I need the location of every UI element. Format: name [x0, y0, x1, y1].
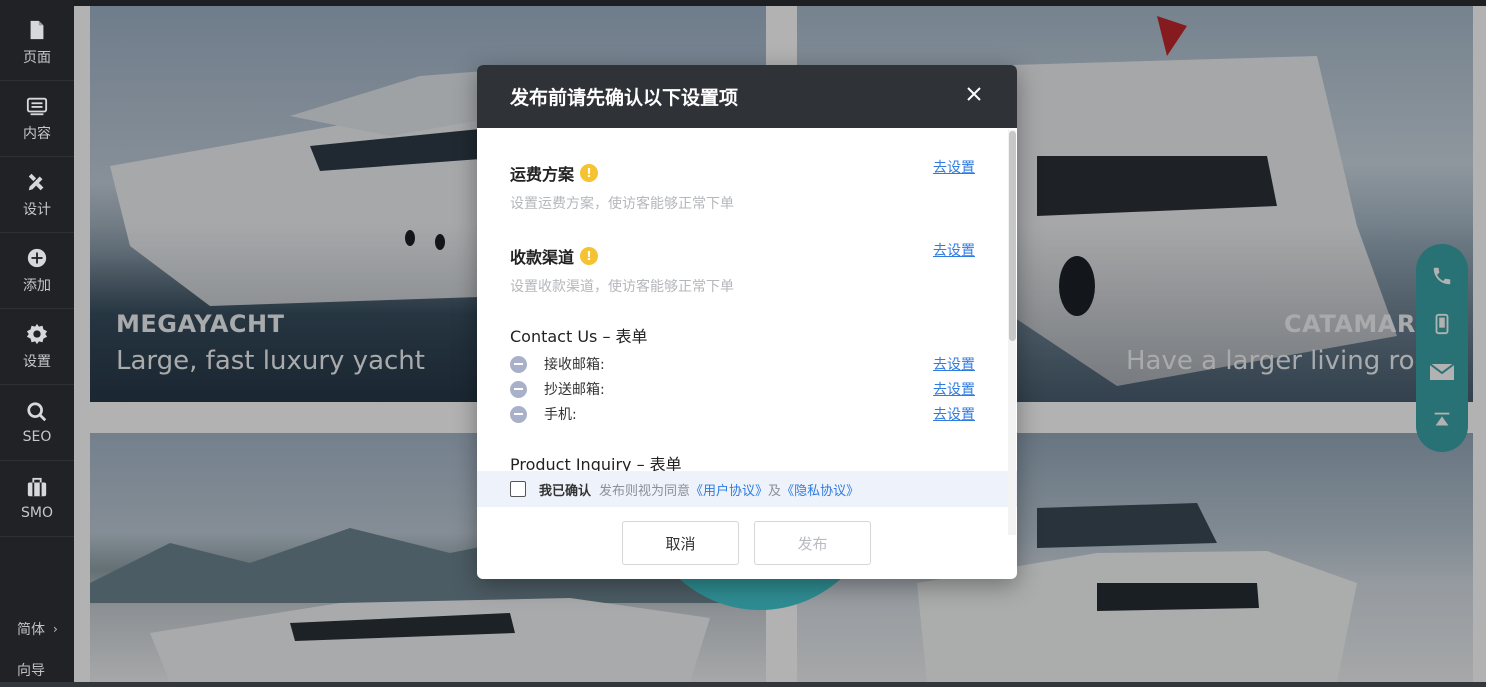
guide-label: 向导: [17, 663, 45, 679]
receive-email-setup-link[interactable]: 去设置: [933, 354, 975, 374]
minus-circle-icon: [510, 405, 527, 423]
page-icon: [30, 20, 44, 39]
payment-section-desc: 设置收款渠道，使访客能够正常下单: [510, 279, 734, 295]
dialog-header: 发布前请先确认以下设置项: [477, 65, 1017, 128]
sidebar-item-content[interactable]: 内容: [0, 81, 74, 157]
publish-button[interactable]: 发布: [754, 521, 871, 565]
sidebar-item-label: 内容: [23, 125, 51, 142]
payment-section-title: 收款渠道 !: [510, 244, 599, 268]
dialog-body[interactable]: 运费方案 ! 去设置 设置运费方案，使访客能够正常下单 收款渠道 ! 去设置 设…: [477, 128, 1017, 535]
sidebar-item-label: 设计: [23, 201, 51, 218]
form-field-row: 手机:: [510, 404, 577, 424]
close-button[interactable]: [963, 83, 985, 105]
sidebar-item-seo[interactable]: SEO: [0, 385, 74, 461]
minus-circle-icon: [510, 355, 527, 373]
sidebar-item-add[interactable]: 添加: [0, 233, 74, 309]
cc-email-setup-link[interactable]: 去设置: [933, 379, 975, 399]
sidebar-item-label: SMO: [21, 504, 53, 521]
confirm-label: 我已确认: [539, 483, 592, 499]
content-icon: [26, 97, 48, 115]
sidebar-item-settings[interactable]: 设置: [0, 309, 74, 385]
language-label: 简体: [17, 622, 45, 638]
add-icon: [27, 248, 47, 267]
section-title-text: Contact Us – 表单: [510, 327, 648, 346]
sidebar-item-page[interactable]: 页面: [0, 5, 74, 81]
agreement-bar: 我已确认 发布则视为同意 《用户协议》 及 《隐私协议》: [477, 471, 1017, 507]
dialog-scrollbar-thumb[interactable]: [1009, 131, 1016, 341]
field-label: 手机:: [544, 407, 577, 423]
dialog-title: 发布前请先确认以下设置项: [510, 87, 739, 109]
section-title-text: 收款渠道: [510, 248, 575, 267]
cancel-button[interactable]: 取消: [622, 521, 739, 565]
privacy-agreement-link[interactable]: 《隐私协议》: [781, 480, 859, 499]
agree-and-text: 及: [768, 483, 782, 499]
field-label: 接收邮箱:: [544, 357, 605, 373]
field-label: 抄送邮箱:: [544, 382, 605, 398]
design-icon: [28, 173, 44, 190]
briefcase-icon: [27, 477, 47, 496]
sidebar-item-smo[interactable]: SMO: [0, 461, 74, 537]
shipping-section-desc: 设置运费方案，使访客能够正常下单: [510, 196, 734, 212]
chevron-right-icon: ›: [53, 622, 58, 636]
contact-form-title: Contact Us – 表单: [510, 323, 648, 347]
confirm-checkbox[interactable]: [510, 481, 526, 497]
phone-setup-link[interactable]: 去设置: [933, 404, 975, 424]
section-title-text: 运费方案: [510, 165, 575, 184]
warning-icon: !: [580, 164, 599, 182]
payment-setup-link[interactable]: 去设置: [933, 240, 975, 260]
shipping-section-title: 运费方案 !: [510, 161, 599, 185]
form-field-row: 抄送邮箱:: [510, 379, 605, 399]
sidebar-item-label: SEO: [22, 428, 52, 445]
sidebar-item-label: 页面: [23, 49, 51, 66]
warning-icon: !: [580, 247, 599, 265]
language-switch[interactable]: 简体 ›: [0, 612, 74, 646]
gear-icon: [26, 323, 48, 344]
sidebar-item-label: 设置: [23, 353, 51, 370]
shipping-setup-link[interactable]: 去设置: [933, 157, 975, 177]
close-icon: [967, 87, 981, 101]
agree-text: 发布则视为同意: [599, 483, 691, 499]
minus-circle-icon: [510, 380, 527, 398]
sidebar-item-design[interactable]: 设计: [0, 157, 74, 233]
publish-confirm-dialog: 发布前请先确认以下设置项 运费方案 ! 去设置 设置运费方案，使访客能够正常下单…: [477, 65, 1017, 579]
form-field-row: 接收邮箱:: [510, 354, 605, 374]
left-sidebar: 页面 内容 设计 添加 设置 SEO SMO 简体 › 向导: [0, 0, 74, 682]
sidebar-item-label: 添加: [23, 277, 51, 294]
user-agreement-link[interactable]: 《用户协议》: [690, 480, 768, 499]
search-icon: [27, 401, 47, 421]
